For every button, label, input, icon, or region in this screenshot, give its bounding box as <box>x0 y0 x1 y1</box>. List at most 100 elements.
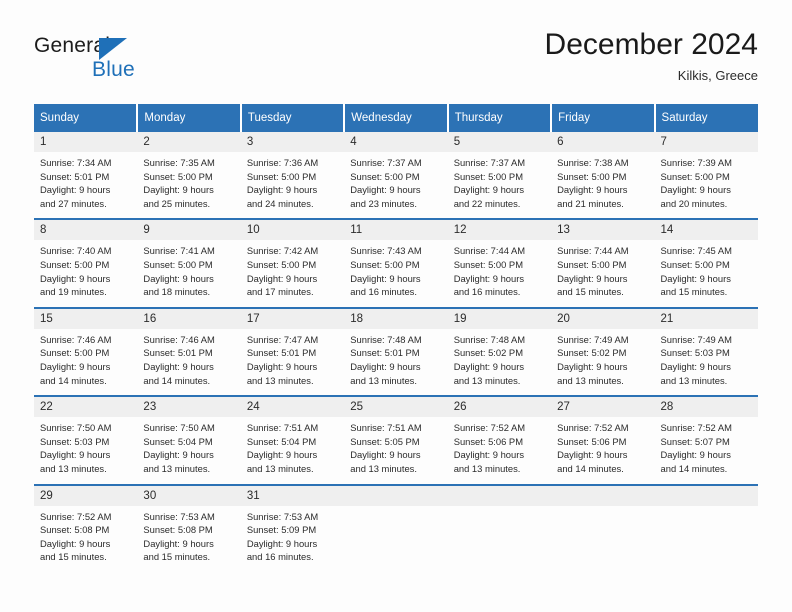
day-cell[interactable]: 10 Sunrise: 7:42 AM Sunset: 5:00 PM Dayl… <box>240 218 345 308</box>
daylight-text-line2: and 15 minutes. <box>660 286 728 298</box>
day-details: Sunrise: 7:41 AM Sunset: 5:00 PM Dayligh… <box>137 240 240 306</box>
day-details: Sunrise: 7:48 AM Sunset: 5:02 PM Dayligh… <box>448 329 551 395</box>
daylight-text-line2: and 25 minutes. <box>143 197 211 209</box>
sunset-text: Sunset: 5:05 PM <box>350 435 420 447</box>
daylight-text-line1: Daylight: 9 hours <box>350 184 421 196</box>
day-number: 11 <box>344 220 448 241</box>
sunrise-text: Sunrise: 7:52 AM <box>557 422 629 434</box>
day-cell[interactable]: 28 Sunrise: 7:52 AM Sunset: 5:07 PM Dayl… <box>654 395 758 485</box>
daylight-text-line1: Daylight: 9 hours <box>453 360 525 372</box>
sunrise-text: Sunrise: 7:46 AM <box>143 333 215 345</box>
day-number: 6 <box>551 132 655 152</box>
day-number: 3 <box>240 132 345 152</box>
day-cell[interactable]: 11 Sunrise: 7:43 AM Sunset: 5:00 PM Dayl… <box>344 218 448 308</box>
daylight-text-line2: and 14 minutes. <box>143 374 211 386</box>
daylight-text-line1: Daylight: 9 hours <box>350 272 421 284</box>
day-cell[interactable]: 8 Sunrise: 7:40 AM Sunset: 5:00 PM Dayli… <box>34 218 138 308</box>
daylight-text-line1: Daylight: 9 hours <box>350 360 421 372</box>
weekday-header-sunday: Sunday <box>34 104 139 132</box>
day-cell[interactable]: 23 Sunrise: 7:50 AM Sunset: 5:04 PM Dayl… <box>137 395 241 485</box>
day-number: 10 <box>240 220 345 241</box>
daylight-text-line2: and 13 minutes. <box>143 462 211 474</box>
day-cell[interactable]: 14 Sunrise: 7:45 AM Sunset: 5:00 PM Dayl… <box>654 218 758 308</box>
daylight-text-line2: and 22 minutes. <box>453 197 521 209</box>
day-number: 24 <box>240 397 345 418</box>
weekday-header-tuesday: Tuesday <box>240 104 346 132</box>
day-cell[interactable]: 24 Sunrise: 7:51 AM Sunset: 5:04 PM Dayl… <box>240 395 345 485</box>
sunset-text: Sunset: 5:01 PM <box>143 347 213 359</box>
day-details: Sunrise: 7:50 AM Sunset: 5:03 PM Dayligh… <box>34 417 137 483</box>
day-cell[interactable]: 21 Sunrise: 7:49 AM Sunset: 5:03 PM Dayl… <box>654 306 758 397</box>
sunset-text: Sunset: 5:00 PM <box>453 258 523 270</box>
sunrise-text: Sunrise: 7:47 AM <box>246 333 319 345</box>
day-details: Sunrise: 7:45 AM Sunset: 5:00 PM Dayligh… <box>655 240 758 306</box>
day-cell[interactable]: 5 Sunrise: 7:37 AM Sunset: 5:00 PM Dayli… <box>447 132 552 220</box>
day-cell[interactable]: 22 Sunrise: 7:50 AM Sunset: 5:03 PM Dayl… <box>34 395 138 485</box>
sunset-text: Sunset: 5:00 PM <box>453 170 523 182</box>
day-cell[interactable]: 31 Sunrise: 7:53 AM Sunset: 5:09 PM Dayl… <box>240 483 345 572</box>
day-number <box>344 485 448 506</box>
day-cell[interactable]: 6 Sunrise: 7:38 AM Sunset: 5:00 PM Dayli… <box>551 132 655 220</box>
sunset-text: Sunset: 5:06 PM <box>557 435 627 447</box>
daylight-text-line1: Daylight: 9 hours <box>660 360 731 372</box>
daylight-text-line2: and 13 minutes. <box>660 374 728 386</box>
day-cell[interactable]: 17 Sunrise: 7:47 AM Sunset: 5:01 PM Dayl… <box>240 306 345 397</box>
daylight-text-line1: Daylight: 9 hours <box>246 537 318 549</box>
sunset-text: Sunset: 5:00 PM <box>40 258 110 270</box>
weekday-header-friday: Friday <box>551 104 656 132</box>
daylight-text-line2: and 16 minutes. <box>246 551 314 563</box>
daylight-text-line2: and 15 minutes. <box>40 551 107 563</box>
sunrise-text: Sunrise: 7:52 AM <box>40 510 112 522</box>
day-cell[interactable]: 20 Sunrise: 7:49 AM Sunset: 5:02 PM Dayl… <box>551 306 655 397</box>
day-cell[interactable]: 26 Sunrise: 7:52 AM Sunset: 5:06 PM Dayl… <box>447 395 552 485</box>
calendar-header-row: Sunday Monday Tuesday Wednesday Thursday… <box>34 104 758 132</box>
sunset-text: Sunset: 5:03 PM <box>40 435 110 447</box>
sunset-text: Sunset: 5:00 PM <box>557 170 627 182</box>
page-title: December 2024 <box>544 28 758 61</box>
daylight-text-line2: and 13 minutes. <box>453 462 521 474</box>
day-cell[interactable]: 12 Sunrise: 7:44 AM Sunset: 5:00 PM Dayl… <box>447 218 552 308</box>
sunset-text: Sunset: 5:00 PM <box>143 258 213 270</box>
daylight-text-line1: Daylight: 9 hours <box>350 449 421 461</box>
day-cell[interactable]: 13 Sunrise: 7:44 AM Sunset: 5:00 PM Dayl… <box>551 218 655 308</box>
day-cell[interactable]: 3 Sunrise: 7:36 AM Sunset: 5:00 PM Dayli… <box>240 132 345 220</box>
day-cell[interactable]: 30 Sunrise: 7:53 AM Sunset: 5:08 PM Dayl… <box>137 483 241 572</box>
daylight-text-line1: Daylight: 9 hours <box>246 449 318 461</box>
day-cell[interactable]: 15 Sunrise: 7:46 AM Sunset: 5:00 PM Dayl… <box>34 306 138 397</box>
weekday-header-monday: Monday <box>137 104 242 132</box>
brand-name-bottom: Blue <box>92 58 135 81</box>
day-details: Sunrise: 7:44 AM Sunset: 5:00 PM Dayligh… <box>448 240 551 306</box>
day-details: Sunrise: 7:42 AM Sunset: 5:00 PM Dayligh… <box>241 240 344 306</box>
sunrise-text: Sunrise: 7:53 AM <box>143 510 215 522</box>
day-cell[interactable]: 19 Sunrise: 7:48 AM Sunset: 5:02 PM Dayl… <box>447 306 552 397</box>
daylight-text-line2: and 17 minutes. <box>246 286 314 298</box>
day-details: Sunrise: 7:52 AM Sunset: 5:06 PM Dayligh… <box>448 417 551 483</box>
day-cell[interactable]: 25 Sunrise: 7:51 AM Sunset: 5:05 PM Dayl… <box>344 395 448 485</box>
day-number: 20 <box>551 308 655 329</box>
day-cell[interactable]: 4 Sunrise: 7:37 AM Sunset: 5:00 PM Dayli… <box>344 132 448 220</box>
day-cell[interactable]: 29 Sunrise: 7:52 AM Sunset: 5:08 PM Dayl… <box>34 483 138 572</box>
sunset-text: Sunset: 5:09 PM <box>246 524 317 536</box>
daylight-text-line2: and 13 minutes. <box>246 462 314 474</box>
sunrise-text: Sunrise: 7:37 AM <box>453 157 526 168</box>
daylight-text-line2: and 14 minutes. <box>40 374 107 386</box>
daylight-text-line2: and 15 minutes. <box>143 551 211 563</box>
day-cell[interactable]: 27 Sunrise: 7:52 AM Sunset: 5:06 PM Dayl… <box>551 395 655 485</box>
day-cell[interactable]: 9 Sunrise: 7:41 AM Sunset: 5:00 PM Dayli… <box>137 218 241 308</box>
day-number: 9 <box>137 220 241 241</box>
day-details: Sunrise: 7:38 AM Sunset: 5:00 PM Dayligh… <box>551 152 654 218</box>
triangle-logo-icon <box>99 38 127 60</box>
day-number: 30 <box>137 485 241 506</box>
sunset-text: Sunset: 5:03 PM <box>660 347 730 359</box>
sunset-text: Sunset: 5:02 PM <box>453 347 523 359</box>
day-cell[interactable]: 7 Sunrise: 7:39 AM Sunset: 5:00 PM Dayli… <box>654 132 758 220</box>
sunrise-text: Sunrise: 7:49 AM <box>660 333 732 345</box>
brand-logo[interactable]: General Blue <box>34 34 214 90</box>
day-cell[interactable]: 2 Sunrise: 7:35 AM Sunset: 5:00 PM Dayli… <box>137 132 241 220</box>
sunrise-text: Sunrise: 7:50 AM <box>143 422 215 434</box>
day-cell[interactable]: 18 Sunrise: 7:48 AM Sunset: 5:01 PM Dayl… <box>344 306 448 397</box>
day-cell[interactable]: 16 Sunrise: 7:46 AM Sunset: 5:01 PM Dayl… <box>137 306 241 397</box>
day-number: 8 <box>34 220 138 241</box>
day-number <box>654 485 758 506</box>
day-cell[interactable]: 1 Sunrise: 7:34 AM Sunset: 5:01 PM Dayli… <box>34 132 138 220</box>
